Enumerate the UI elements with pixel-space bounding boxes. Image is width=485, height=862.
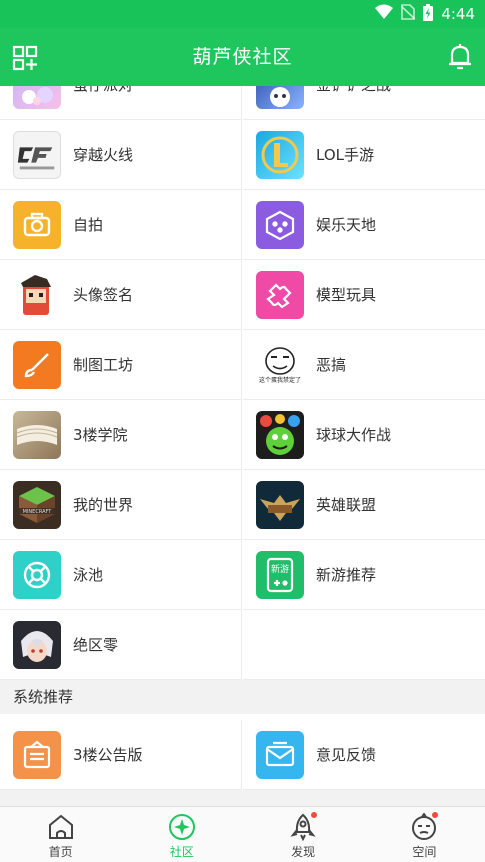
board-label: 头像签名 [73,286,134,304]
board-label: 我的世界 [73,496,134,514]
community-icon [168,814,195,840]
book-icon [13,410,61,459]
board-item-new-games[interactable]: 新游 新游推荐 [243,540,485,610]
board-item-party[interactable]: 萤仔派对 [0,86,242,120]
nav-item-discover[interactable]: 发现 [243,807,364,862]
empty-cell [243,610,485,680]
party-game-icon [13,86,61,109]
meme-caption: 这个蛋我禁定了 [258,376,301,384]
lol-icon [256,130,304,179]
board-label: 制图工坊 [73,356,134,374]
dice-icon [256,200,304,249]
board-label: 模型玩具 [316,286,377,304]
ball-battle-icon [256,410,304,459]
board-item-pool[interactable]: 泳池 [0,540,242,610]
notification-dot [310,812,317,818]
section-header: 系统推荐 [0,680,485,714]
board-label: 意见反馈 [316,746,377,764]
board-label: 3楼学院 [73,426,128,444]
nav-label: 发现 [291,845,316,859]
board-label: 金铲铲之战 [316,86,391,95]
board-label: 3楼公告版 [73,746,143,764]
board-item-minecraft[interactable]: MINECRAFT 我的世界 [0,470,242,540]
status-bar: 4:44 [0,0,485,28]
nav-label: 首页 [48,845,73,859]
announcement-icon [13,730,61,779]
new-game-badge: 新游 [270,565,289,575]
board-item-entertainment[interactable]: 娱乐天地 [243,190,485,260]
avatar-character-icon [13,270,61,319]
nav-label: 空间 [412,845,437,859]
board-list[interactable]: 萤仔派对 金铲铲之战 穿越火线 LOL手游 自拍 [0,86,485,806]
lifebuoy-icon [13,550,61,599]
no-sim-icon [400,4,416,24]
board-item-3f-announcement[interactable]: 3楼公告版 [0,720,242,790]
notification-dot [431,812,438,818]
board-item-3f-academy[interactable]: 3楼学院 [0,400,242,470]
board-item-avatar-signature[interactable]: 头像签名 [0,260,242,330]
brush-icon [13,340,61,389]
nav-label: 社区 [169,845,194,859]
board-item-league-of-legends[interactable]: 英雄联盟 [243,470,485,540]
board-label: 绝区零 [73,636,119,654]
svg-text:MINECRAFT: MINECRAFT [23,509,53,515]
board-item-selfie[interactable]: 自拍 [0,190,242,260]
board-item-spoof[interactable]: 这个蛋我禁定了 恶搞 [243,330,485,400]
minecraft-icon: MINECRAFT [13,480,61,529]
board-label: 新游推荐 [316,566,377,584]
app-bar: 葫芦侠社区 [0,28,485,86]
bottom-navigation: 首页 社区 发现 空间 [0,806,485,862]
list-end-spacer [0,790,485,806]
camera-icon [13,200,61,249]
board-label: LOL手游 [316,146,374,164]
page-title: 葫芦侠社区 [192,46,293,68]
crossfire-icon [13,130,61,179]
board-item-feedback[interactable]: 意见反馈 [243,720,485,790]
status-time: 4:44 [441,5,475,23]
feedback-mail-icon [256,730,304,779]
board-item-drawing-workshop[interactable]: 制图工坊 [0,330,242,400]
board-item-zenless-zone-zero[interactable]: 绝区零 [0,610,242,680]
board-label: 泳池 [73,566,104,584]
home-icon [48,814,73,839]
board-label: 穿越火线 [73,146,134,164]
league-of-legends-icon [256,480,304,529]
board-item-lol-mobile[interactable]: LOL手游 [243,120,485,190]
new-game-icon: 新游 [256,550,304,599]
puzzle-icon [256,270,304,319]
meme-face-icon: 这个蛋我禁定了 [256,340,304,389]
board-label: 娱乐天地 [316,216,377,234]
notification-button[interactable] [447,43,473,71]
board-item-ball-battle[interactable]: 球球大作战 [243,400,485,470]
wifi-icon [375,4,394,24]
nav-item-space[interactable]: 空间 [364,807,485,862]
golden-spatula-icon [256,86,304,109]
board-label: 球球大作战 [316,426,392,444]
board-label: 自拍 [73,216,104,234]
bell-icon [449,44,471,70]
battery-icon [423,3,434,25]
board-item-golden-spatula[interactable]: 金铲铲之战 [243,86,485,120]
nav-item-community[interactable]: 社区 [121,807,242,862]
board-label: 萤仔派对 [73,86,133,95]
nav-item-home[interactable]: 首页 [0,807,121,862]
board-item-model-toys[interactable]: 模型玩具 [243,260,485,330]
board-label: 英雄联盟 [316,496,377,514]
board-item-crossfire[interactable]: 穿越火线 [0,120,242,190]
zenless-zone-zero-icon [13,620,61,669]
board-label: 恶搞 [316,356,347,374]
